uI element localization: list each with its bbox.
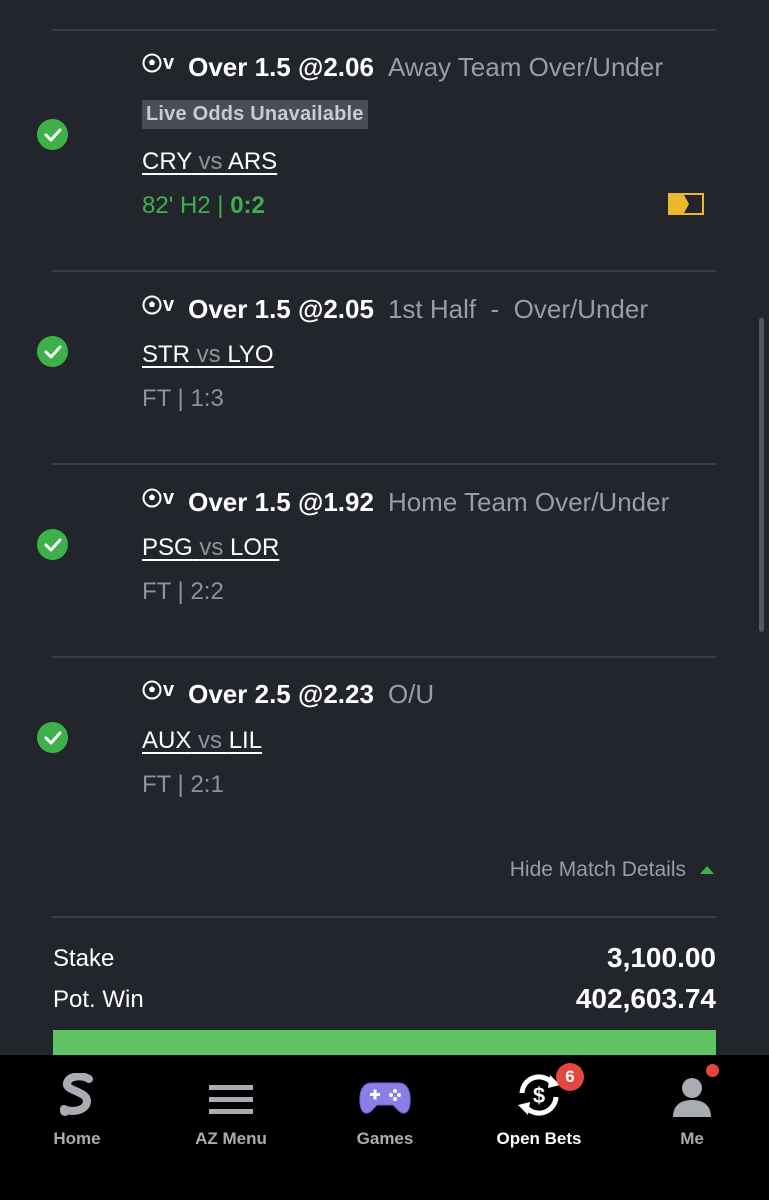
bet-pick: Over 1.5 @2.06 [188, 52, 374, 82]
bet-selection-line: v Over 1.5 @1.92 Home Team Over/Under [142, 487, 669, 518]
open-bets-count-badge: 6 [556, 1063, 584, 1091]
away-team: LYO [227, 341, 274, 368]
match-status: 82' H2 | 0:2 [142, 192, 265, 220]
vs-label: vs [198, 148, 223, 175]
bet-selection-line: v Over 2.5 @2.23 O/U [142, 679, 434, 710]
sport-label: v [163, 486, 175, 509]
home-team: CRY [142, 148, 192, 175]
sportybet-logo-icon [59, 1055, 95, 1117]
bet-pick: Over 2.5 @2.23 [188, 679, 374, 709]
triangle-up-icon [700, 866, 714, 874]
match-link[interactable]: AUX vs LIL [142, 727, 262, 755]
sport-badge: v [142, 487, 174, 510]
notification-dot [704, 1062, 721, 1079]
nav-home-label: Home [53, 1129, 101, 1148]
match-status: FT | 1:3 [142, 385, 224, 412]
vs-label: vs [196, 341, 221, 368]
bet-market: 1st Half - Over/Under [387, 294, 649, 324]
match-link[interactable]: CRY vs ARS [142, 148, 277, 176]
bet-market: Away Team Over/Under [387, 52, 663, 82]
sport-label: v [163, 678, 175, 701]
hide-match-details-toggle[interactable]: Hide Match Details [510, 858, 714, 882]
cashout-button[interactable] [53, 1030, 716, 1055]
divider [52, 656, 716, 658]
bottom-navigation: Home AZ Menu Games $ 6 Open Bets Me [0, 1055, 769, 1200]
divider [52, 270, 716, 272]
vs-label: vs [198, 727, 223, 754]
bet-pick: Over 1.5 @2.05 [188, 294, 374, 324]
sport-badge: v [142, 294, 174, 317]
soccer-ball-icon [142, 680, 162, 700]
divider [52, 29, 716, 31]
home-team: PSG [142, 534, 193, 561]
home-team: STR [142, 341, 190, 368]
soccer-ball-icon [142, 53, 162, 73]
nav-az-menu[interactable]: AZ Menu [154, 1055, 308, 1155]
divider [52, 463, 716, 465]
stake-label: Stake [53, 945, 115, 972]
away-team: LOR [230, 534, 280, 561]
bet-details-list[interactable]: v Over 1.5 @2.06 Away Team Over/Under Li… [0, 0, 769, 1055]
stake-value: 3,100.00 [607, 942, 716, 973]
home-team: AUX [142, 727, 192, 754]
soccer-ball-icon [142, 295, 162, 315]
match-status: FT | 2:2 [142, 578, 224, 605]
sport-label: v [163, 293, 175, 316]
pot-win-value: 402,603.74 [575, 983, 716, 1014]
scrollbar[interactable] [759, 318, 764, 632]
match-link[interactable]: STR vs LYO [142, 341, 274, 369]
nav-home[interactable]: Home [0, 1055, 154, 1155]
nav-games[interactable]: Games [308, 1055, 462, 1155]
check-circle-icon [37, 529, 68, 560]
nav-open-bets[interactable]: $ 6 Open Bets [462, 1055, 616, 1155]
soccer-ball-icon [142, 488, 162, 508]
vs-label: vs [199, 534, 224, 561]
nav-me-label: Me [680, 1129, 704, 1148]
check-circle-icon [37, 119, 68, 150]
svg-text:$: $ [533, 1083, 545, 1108]
check-circle-icon [37, 722, 68, 753]
sport-badge: v [142, 679, 174, 702]
open-bets-icon: $ [514, 1055, 564, 1117]
nav-open-bets-label: Open Bets [496, 1129, 582, 1148]
match-time: 82' H2 | [142, 192, 231, 219]
gamepad-icon [359, 1055, 411, 1117]
check-circle-icon [37, 336, 68, 367]
away-team: ARS [227, 148, 278, 175]
live-tv-icon[interactable] [668, 193, 704, 215]
bet-selection-line: v Over 1.5 @2.05 1st Half - Over/Under [142, 294, 648, 325]
match-link[interactable]: PSG vs LOR [142, 534, 279, 562]
nav-az-menu-label: AZ Menu [195, 1129, 267, 1148]
sport-label: v [163, 51, 175, 74]
match-status: FT | 2:1 [142, 771, 224, 798]
nav-me[interactable]: Me [615, 1055, 769, 1155]
bet-pick: Over 1.5 @1.92 [188, 487, 374, 517]
bet-selection-line: v Over 1.5 @2.06 Away Team Over/Under [142, 52, 663, 83]
pot-win-label: Pot. Win [53, 986, 144, 1013]
sport-badge: v [142, 52, 174, 75]
menu-icon [209, 1055, 253, 1117]
away-team: LIL [228, 727, 263, 754]
bet-market: Home Team Over/Under [387, 487, 670, 517]
nav-games-label: Games [356, 1129, 414, 1148]
divider [52, 916, 716, 918]
bet-market: O/U [387, 679, 435, 709]
live-odds-unavailable-badge: Live Odds Unavailable [142, 100, 368, 129]
hide-match-details-label: Hide Match Details [509, 858, 686, 881]
live-score: 0:2 [230, 192, 265, 219]
